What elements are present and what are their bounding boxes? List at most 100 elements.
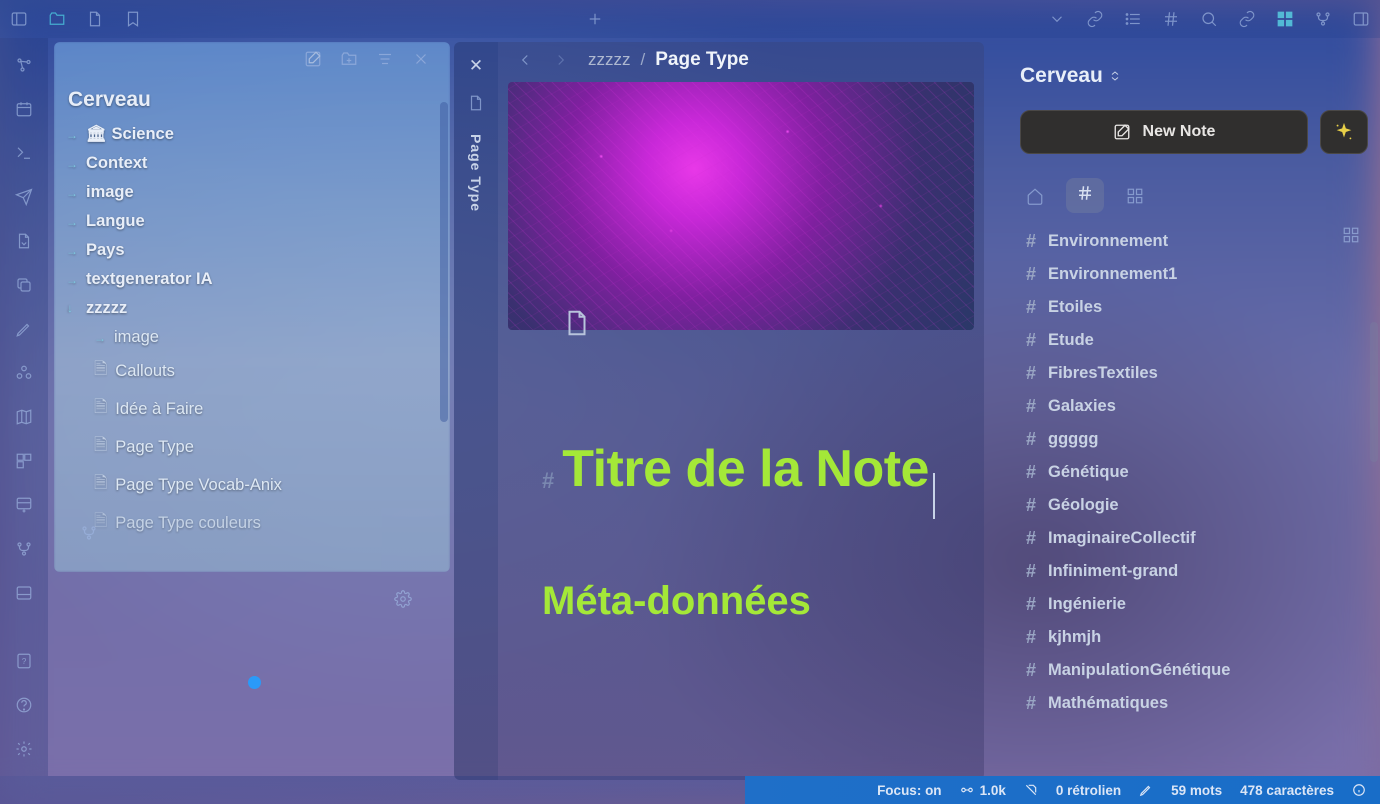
titlebar xyxy=(0,0,1380,38)
tag-item[interactable]: #ImaginaireCollectif xyxy=(1026,528,1368,549)
tree-folder-open[interactable]: →zzzzz xyxy=(62,294,442,323)
tree-folder[interactable]: →Pays xyxy=(62,236,442,265)
status-bar: Focus: on 1.0k 0 rétrolien 59 mots 478 c… xyxy=(0,776,1380,804)
chevron-down-icon[interactable] xyxy=(1048,10,1066,28)
file-icon[interactable] xyxy=(86,10,104,28)
grid-corner-icon[interactable] xyxy=(1342,226,1360,244)
tree-folder[interactable]: →🏛 Science xyxy=(62,120,442,149)
status-chars[interactable]: 478 caractères xyxy=(1240,783,1334,798)
tree-folder[interactable]: →Context xyxy=(62,149,442,178)
tag-item[interactable]: #ggggg xyxy=(1026,429,1368,450)
tag-item[interactable]: #FibresTextiles xyxy=(1026,363,1368,384)
right-panel-icon[interactable] xyxy=(1352,10,1370,28)
back-icon[interactable] xyxy=(516,51,534,69)
tag-item[interactable]: #Environnement1 xyxy=(1026,264,1368,285)
file-icon xyxy=(467,94,485,112)
tag-item[interactable]: #ManipulationGénétique xyxy=(1026,660,1368,681)
rs-title[interactable]: Cerveau xyxy=(1020,64,1368,88)
tree-child[interactable]: 🗎Page Type xyxy=(62,428,442,466)
status-edit-icon[interactable] xyxy=(1139,783,1153,797)
cube-icon[interactable] xyxy=(15,364,33,382)
h1-prefix: # xyxy=(542,468,554,494)
tree-child[interactable]: →image xyxy=(62,323,442,352)
copy-icon[interactable] xyxy=(15,276,33,294)
squares-icon[interactable] xyxy=(15,452,33,470)
layout-plus-icon[interactable] xyxy=(15,496,33,514)
tree-folder[interactable]: →Langue xyxy=(62,207,442,236)
status-sync-off[interactable] xyxy=(1024,783,1038,797)
tree-folder[interactable]: →textgenerator IA xyxy=(62,265,442,294)
new-folder-icon[interactable] xyxy=(340,50,358,68)
edit-icon[interactable] xyxy=(304,50,322,68)
tag-item[interactable]: #Ingénierie xyxy=(1026,594,1368,615)
list-icon[interactable] xyxy=(1124,10,1142,28)
map-icon[interactable] xyxy=(15,408,33,426)
fork-icon[interactable] xyxy=(15,540,33,558)
new-note-button[interactable]: New Note xyxy=(1020,110,1308,154)
sync-indicator xyxy=(248,676,261,689)
tree-child[interactable]: 🗎Idée à Faire xyxy=(62,390,442,428)
plus-icon[interactable] xyxy=(586,10,604,28)
gear-icon[interactable] xyxy=(394,590,412,608)
file-explorer: Cerveau →🏛 Science →Context →image →Lang… xyxy=(54,42,450,572)
status-words[interactable]: 59 mots xyxy=(1171,783,1222,798)
git-branch-icon[interactable] xyxy=(80,524,98,542)
vault-title: Cerveau xyxy=(54,78,450,120)
tag-item[interactable]: #Infiniment-grand xyxy=(1026,561,1368,582)
link2-icon[interactable] xyxy=(1238,10,1256,28)
scrollbar-thumb[interactable] xyxy=(1370,322,1378,462)
tag-item[interactable]: #Etude xyxy=(1026,330,1368,351)
help-icon[interactable] xyxy=(15,696,33,714)
file-down-icon[interactable] xyxy=(15,232,33,250)
file-tree: →🏛 Science →Context →image →Langue →Pays… xyxy=(54,120,450,542)
svg-text:?: ? xyxy=(22,657,27,666)
forward-icon[interactable] xyxy=(552,51,570,69)
tree-child[interactable]: 🗎Callouts xyxy=(62,352,442,390)
banner-image xyxy=(508,82,974,330)
tree-folder[interactable]: →image xyxy=(62,178,442,207)
tag-item[interactable]: #Mathématiques xyxy=(1026,693,1368,714)
branch-icon[interactable] xyxy=(1314,10,1332,28)
sparkle-button[interactable] xyxy=(1320,110,1368,154)
grid-small-icon[interactable] xyxy=(1126,187,1144,205)
status-focus[interactable]: Focus: on xyxy=(877,783,942,798)
vertical-tab[interactable]: ✕ Page Type xyxy=(454,42,498,780)
hash-icon[interactable] xyxy=(1162,10,1180,28)
status-size[interactable]: 1.0k xyxy=(960,783,1006,798)
status-info-icon[interactable] xyxy=(1352,783,1366,797)
home-icon[interactable] xyxy=(1026,187,1044,205)
tag-item[interactable]: #Galaxies xyxy=(1026,396,1368,417)
help-file-icon[interactable]: ? xyxy=(15,652,33,670)
settings-icon[interactable] xyxy=(15,740,33,758)
panel-icon[interactable] xyxy=(15,584,33,602)
send-icon[interactable] xyxy=(15,188,33,206)
note-h2[interactable]: Méta-données xyxy=(542,579,956,624)
bookmark-icon[interactable] xyxy=(124,10,142,28)
note-file-icon xyxy=(562,305,592,346)
tag-item[interactable]: #Génétique xyxy=(1026,462,1368,483)
sidebar-toggle-icon[interactable] xyxy=(10,10,28,28)
tree-child[interactable]: 🗎Page Type Vocab-Anix xyxy=(62,466,442,504)
scrollbar-thumb[interactable] xyxy=(440,102,448,422)
link-icon[interactable] xyxy=(1086,10,1104,28)
tag-item[interactable]: #Etoiles xyxy=(1026,297,1368,318)
graph-icon[interactable] xyxy=(15,56,33,74)
breadcrumb[interactable]: zzzzz / Page Type xyxy=(588,49,749,71)
collapse-icon[interactable] xyxy=(412,50,430,68)
search-icon[interactable] xyxy=(1200,10,1218,28)
tag-item[interactable]: #Géologie xyxy=(1026,495,1368,516)
tag-list: #Environnement #Environnement1 #Etoiles … xyxy=(1020,231,1368,714)
tree-child[interactable]: 🗎Page Type couleurs xyxy=(62,504,442,542)
sort-icon[interactable] xyxy=(376,50,394,68)
grid-icon[interactable] xyxy=(1276,10,1294,28)
hash-tab-icon[interactable] xyxy=(1066,178,1104,213)
terminal-icon[interactable] xyxy=(15,144,33,162)
close-icon[interactable]: ✕ xyxy=(469,56,483,76)
pen-icon[interactable] xyxy=(15,320,33,338)
note-title[interactable]: Titre de la Note xyxy=(562,440,929,498)
calendar-icon[interactable] xyxy=(15,100,33,118)
tag-item[interactable]: #Environnement xyxy=(1026,231,1368,252)
tag-item[interactable]: #kjhmjh xyxy=(1026,627,1368,648)
folder-icon[interactable] xyxy=(48,10,66,28)
status-backlinks[interactable]: 0 rétrolien xyxy=(1056,783,1121,798)
